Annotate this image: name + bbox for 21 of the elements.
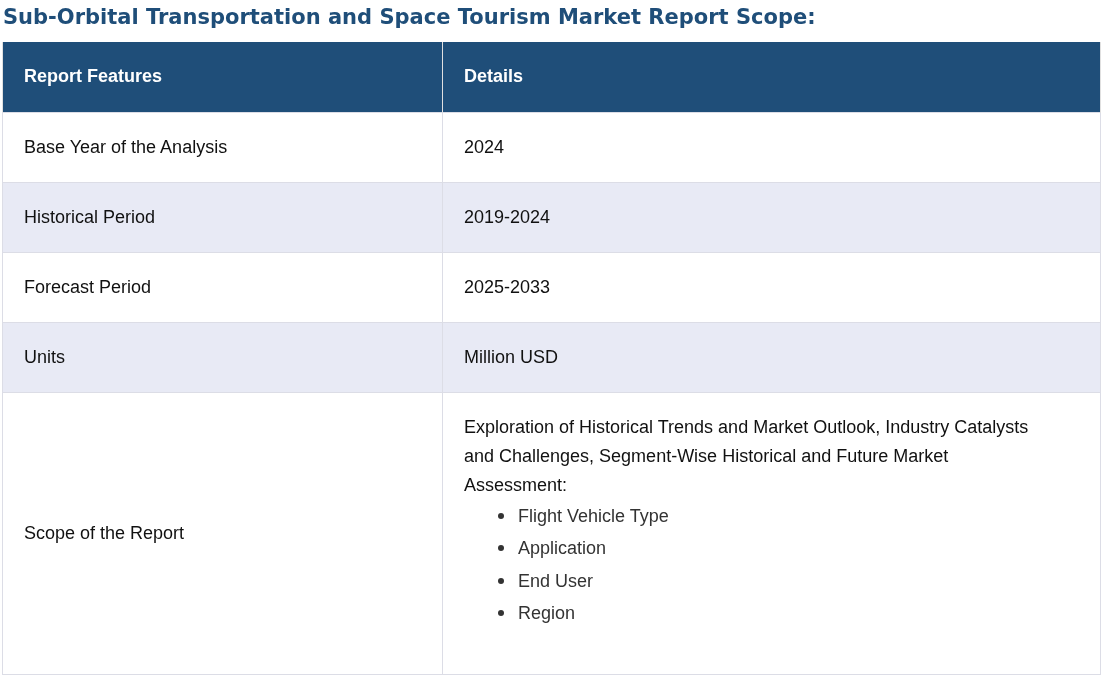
bullet-icon xyxy=(498,545,504,552)
list-item: Application xyxy=(518,537,607,561)
details-cell: 2024 xyxy=(442,112,1101,182)
feature-cell: Scope of the Report xyxy=(2,392,443,674)
feature-cell: Historical Period xyxy=(2,182,443,252)
header-cell: Details xyxy=(442,42,1101,112)
list-item: Region xyxy=(518,602,576,626)
bullet-icon xyxy=(498,512,504,519)
list-item: End User xyxy=(518,569,594,593)
details-cell: 2025-2033 xyxy=(442,252,1101,322)
page-title: Sub-Orbital Transportation and Space Tourism Market Report Scope: xyxy=(2,4,817,31)
header-cell: Report Features xyxy=(2,42,443,112)
list-item: Flight Vehicle Type xyxy=(518,504,669,528)
feature-cell: Forecast Period xyxy=(2,252,443,322)
details-cell: Million USD xyxy=(442,322,1101,392)
bullet-icon xyxy=(498,577,504,584)
bullet-icon xyxy=(498,610,504,617)
feature-cell: Units xyxy=(2,322,443,392)
details-cell: 2019-2024 xyxy=(442,182,1101,252)
feature-cell: Base Year of the Analysis xyxy=(2,112,443,182)
details-text: Exploration of Historical Trends and Market Outlook, Industry Catalysts and Challenges, Segment-Wise Historical and Future Market Assessment: xyxy=(464,415,1030,497)
